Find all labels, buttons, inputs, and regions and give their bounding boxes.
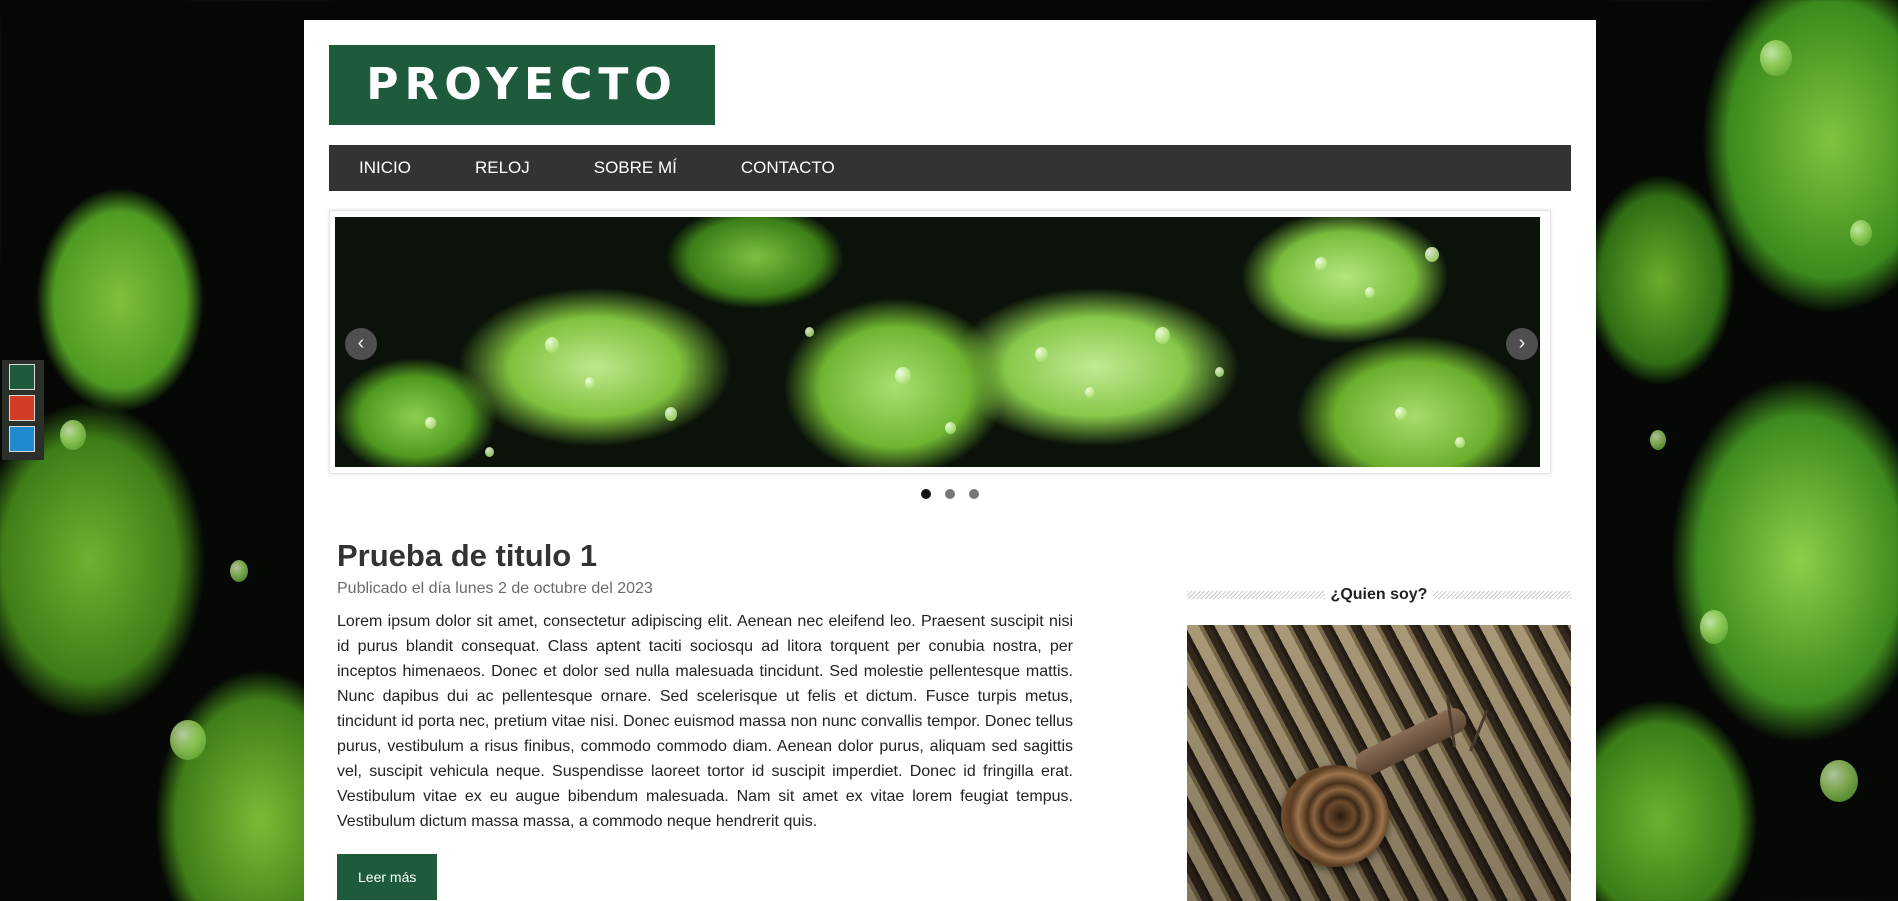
theme-swatch-red[interactable] (9, 395, 35, 421)
read-more-button[interactable]: Leer más (337, 854, 438, 900)
nav-item-reloj[interactable]: RELOJ (460, 145, 545, 191)
nav-item-contacto[interactable]: CONTACTO (726, 145, 850, 191)
image-slider: ‹ › (329, 210, 1551, 474)
nav-item-inicio[interactable]: INICIO (344, 145, 426, 191)
page-container: PROYECTO JS INICIO RELOJ SOBRE MÍ CONTAC… (304, 20, 1596, 901)
nav-item-sobre-mi[interactable]: SOBRE MÍ (579, 145, 692, 191)
theme-swatch-green[interactable] (9, 364, 35, 390)
slider-dot-1[interactable] (920, 489, 931, 499)
slider-image (335, 217, 1540, 467)
slider-prev-button[interactable]: ‹ (345, 328, 377, 360)
site-logo[interactable]: PROYECTO JS (329, 45, 715, 190)
sidebar: ¿Quien soy? (1187, 585, 1571, 901)
slider-next-button[interactable]: › (1506, 328, 1538, 360)
article-body: Lorem ipsum dolor sit amet, consectetur … (337, 613, 1073, 830)
main-nav: INICIO RELOJ SOBRE MÍ CONTACTO (329, 145, 1571, 191)
theme-swatch-blue[interactable] (9, 426, 35, 452)
profile-image (1187, 625, 1571, 901)
chevron-right-icon: › (1518, 332, 1526, 354)
sidebar-title: ¿Quien soy? (1324, 586, 1434, 603)
chevron-left-icon: ‹ (357, 332, 365, 354)
article-title[interactable]: Prueba de titulo 1 (337, 538, 1073, 574)
slider-dot-3[interactable] (969, 489, 980, 499)
sidebar-section-header: ¿Quien soy? (1187, 585, 1571, 605)
article: Prueba de titulo 1 Publicado el día lune… (337, 538, 1073, 900)
slider-pagination (304, 486, 1596, 499)
article-meta: Publicado el día lunes 2 de octubre del … (337, 580, 653, 597)
theme-color-switcher (2, 360, 44, 460)
slider-dot-2[interactable] (945, 489, 955, 499)
